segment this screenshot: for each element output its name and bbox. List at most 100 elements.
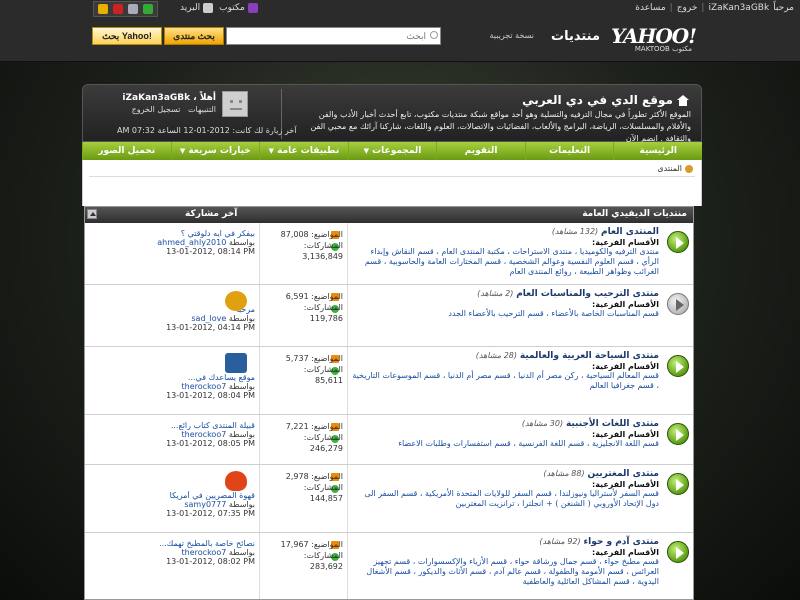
messenger-link[interactable]: مكتوب <box>219 3 258 13</box>
last-visit: آخر زيارة لك كانت: 2012-01-12 الساعة 07:… <box>117 126 297 135</box>
subforums-list[interactable]: قسم المعالم السياحية ، ركن مصر أم الدنيا… <box>352 371 659 391</box>
posts-count: 144,857 <box>309 494 343 503</box>
nav-upload-images[interactable]: تحميل الصور <box>81 142 171 160</box>
last-post-title[interactable]: قبيلة المنتدى كتاب رائع... <box>89 421 255 430</box>
nav-home[interactable]: الرئيسية <box>613 142 702 160</box>
forum-title[interactable]: المنتدى العام <box>601 227 659 237</box>
forum-status-icon <box>667 231 689 253</box>
forum-title[interactable]: منتدى السياحة العربية والعالمية <box>520 351 659 361</box>
breadcrumb: المنتدى <box>657 164 693 173</box>
mail-link[interactable]: البريد <box>180 3 214 13</box>
site-name[interactable]: موقع الدي في دي العربي <box>522 93 689 107</box>
forum-viewers: (30 مشاهد) <box>521 419 564 428</box>
forum-info: منتدى آدم و حواء (92 مشاهد) الأقسام الفر… <box>348 533 693 599</box>
topics-count: المواضيع: 7,221 <box>285 422 343 431</box>
posts-label: المشاركات: <box>303 365 343 374</box>
top-username-link[interactable]: iZaKan3aGBk <box>708 3 769 13</box>
settings-icon[interactable] <box>128 4 138 14</box>
posts-label: المشاركات: <box>303 303 343 312</box>
forum-viewers: (132 مشاهد) <box>551 227 599 236</box>
last-post-user[interactable]: ahmed_ahly2010 <box>157 238 226 247</box>
forum-viewers: (92 مشاهد) <box>539 537 581 546</box>
forum-stats: المواضيع: 5,737 المشاركات: 85,611 <box>260 347 348 414</box>
forum-title[interactable]: منتدى الترحيب والمناسبات العام <box>516 289 659 299</box>
topics-count: المواضيع: 5,737 <box>285 354 343 363</box>
flag-icon[interactable] <box>143 4 153 14</box>
top-help-link[interactable]: مساعدة <box>635 3 665 13</box>
forum-row: منتدى آدم و حواء (92 مشاهد) الأقسام الفر… <box>85 533 693 599</box>
last-post-title[interactable]: نصائح خاصة بالمطبخ تهمك... <box>89 539 255 548</box>
forum-title[interactable]: منتدى آدم و حواء <box>584 537 659 547</box>
nav-calendar[interactable]: التقويم <box>436 142 525 160</box>
subforums-list[interactable]: منتدى الترفيه والكوميديا ، منتدى الاسترا… <box>352 247 659 277</box>
forum-title[interactable]: منتدى المغتربين <box>587 469 659 479</box>
subforums-list[interactable]: قسم مطبخ حواء ، قسم جمال ورشاقة حواء ، ق… <box>352 557 659 587</box>
forum-search-button[interactable]: بحث منتدى <box>164 27 224 45</box>
subforums-label: الأقسام الفرعية: <box>592 362 659 371</box>
last-post-date: 13-01-2012, 08:05 PM <box>166 439 255 448</box>
topics-count: المواضيع: 6,591 <box>285 292 343 301</box>
yahoo-search-button[interactable]: بحث Yahoo! <box>92 27 162 45</box>
mail-icon <box>203 3 214 13</box>
shield-icon[interactable] <box>113 4 123 14</box>
nav-groups[interactable]: المجموعات ▼ <box>347 142 437 160</box>
forum-info: المنتدى العام (132 مشاهد) الأقسام الفرعي… <box>348 223 693 284</box>
subforums-label: الأقسام الفرعية: <box>592 480 659 489</box>
user-panel-links: التنبيهات تسجيل الخروج <box>132 105 216 114</box>
last-post: نصائح خاصة بالمطبخ تهمك... بواسطة theroc… <box>85 533 260 599</box>
smiley-icon <box>225 291 247 311</box>
subforums-list[interactable]: قسم اللغة الانجليزية ، قسم اللغة الفرنسي… <box>352 439 659 449</box>
notifications-link[interactable]: التنبيهات <box>188 105 216 114</box>
last-post-title[interactable]: قهوة المصريين في أمريكا <box>89 491 255 500</box>
nav-apps[interactable]: تطبيقات عامة ▼ <box>259 142 348 160</box>
chevron-down-icon: ▼ <box>179 147 186 155</box>
subforums-list[interactable]: قسم المناسبات الخاصة بالأعضاء ، قسم التر… <box>352 309 659 319</box>
avatar[interactable] <box>222 91 248 117</box>
home-icon[interactable] <box>98 4 108 14</box>
chevron-down-icon: ▼ <box>363 147 369 155</box>
subforums-label: الأقسام الفرعية: <box>592 300 659 309</box>
forums-brand-title[interactable]: منتديات <box>551 29 600 44</box>
forum-status-icon <box>667 423 689 445</box>
logout-link[interactable]: تسجيل الخروج <box>132 105 181 114</box>
forum-viewers: (28 مشاهد) <box>475 351 518 360</box>
top-logout-link[interactable]: خروج <box>677 3 698 13</box>
posts-label: المشاركات: <box>303 433 343 442</box>
last-post-title[interactable]: موقع يساعدك في... <box>89 373 255 382</box>
forum-home-icon[interactable] <box>685 164 693 173</box>
posts-count: 3,136,849 <box>302 252 343 261</box>
collapse-icon[interactable] <box>87 209 97 219</box>
last-post: قبيلة المنتدى كتاب رائع... بواسطة theroc… <box>85 415 260 464</box>
forum-status-icon <box>667 473 689 495</box>
section-title[interactable]: منتديات الديفيدي العامة <box>582 209 687 219</box>
forum-info: منتدى السياحة العربية والعالمية (28 مشاه… <box>348 347 693 414</box>
subforums-label: الأقسام الفرعية: <box>592 548 659 557</box>
forum-title[interactable]: منتدى اللغات الأجنبية <box>566 419 659 429</box>
posts-count: 283,692 <box>309 562 343 571</box>
last-post-user[interactable]: samy0777 <box>184 500 226 509</box>
posts-count: 119,786 <box>309 314 343 323</box>
topics-count: المواضيع: 2,978 <box>285 472 343 481</box>
last-post-title[interactable]: بيفكر في ايه دلوقتي ؟ <box>89 229 255 238</box>
heart-icon <box>225 471 247 491</box>
greeting: مرحباً <box>773 3 794 13</box>
last-post-user[interactable]: therockoo7 <box>182 548 227 557</box>
last-post-date: 13-01-2012, 08:04 PM <box>166 391 255 400</box>
topics-count: المواضيع: 87,008 <box>280 230 343 239</box>
subforums-list[interactable]: قسم السفر لأستراليا ونيوزلندا ، قسم السف… <box>352 489 659 509</box>
forum-row: المنتدى العام (132 مشاهد) الأقسام الفرعي… <box>85 223 693 285</box>
search-input[interactable] <box>226 27 441 45</box>
mail-links: مكتوب البريد <box>180 3 258 13</box>
last-post-user[interactable]: sad_love <box>191 314 226 323</box>
last-post-user[interactable]: therockoo7 <box>182 382 227 391</box>
main-navbar: الرئيسية التعليمات التقويم المجموعات ▼ ت… <box>81 142 702 160</box>
last-post-user[interactable]: therockoo7 <box>182 430 227 439</box>
forum-row: منتدى المغتربين (88 مشاهد) الأقسام الفرع… <box>85 465 693 533</box>
posts-count: 246,279 <box>309 444 343 453</box>
toolbar-icons <box>93 1 158 17</box>
nav-quick-options[interactable]: خيارات سريعة ▼ <box>170 142 260 160</box>
forum-stats: المواضيع: 7,221 المشاركات: 246,279 <box>260 415 348 464</box>
nav-help[interactable]: التعليمات <box>524 142 614 160</box>
forum-stats: المواضيع: 87,008 المشاركات: 3,136,849 <box>260 223 348 284</box>
breadcrumb-forum-link[interactable]: المنتدى <box>657 164 682 173</box>
